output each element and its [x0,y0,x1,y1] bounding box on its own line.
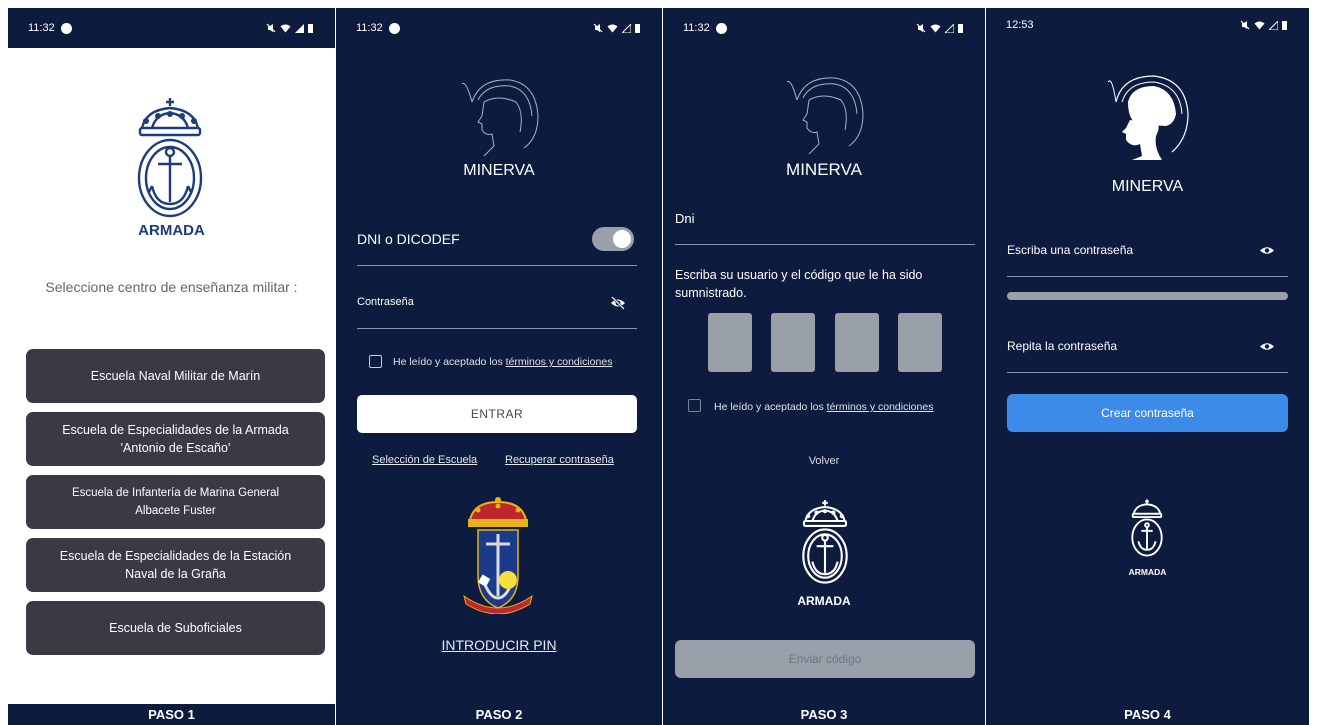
repeat-password-underline[interactable] [1007,372,1288,373]
mute-icon [266,23,276,33]
signal-icon [622,23,631,33]
mute-icon [593,23,603,33]
dni-label: Dni [675,211,695,226]
school-button-marin[interactable]: Escuela Naval Militar de Marín [26,349,325,403]
armada-emblem-icon [137,98,203,218]
status-icons [1240,20,1287,30]
screen-step-3: 11:32 MINERVA Dni Escriba su usuario y e… [663,8,985,704]
status-time: 11:32 [356,22,383,34]
code-digit-4[interactable] [898,313,942,372]
status-bar: 11:32 [8,8,335,48]
notification-dot-icon [715,22,727,34]
wifi-icon [930,24,941,32]
wifi-icon [607,24,618,32]
step-label-3: PASO 3 [663,704,985,725]
signal-icon [295,23,304,33]
repeat-password-label: Repita la contraseña [1007,339,1118,353]
status-icons [266,23,313,33]
terms-text: He leído y aceptado los términos y condi… [714,401,933,413]
code-digit-1[interactable] [708,313,752,372]
notification-dot-icon [60,22,72,34]
recover-password-link[interactable]: Recuperar contraseña [505,454,614,466]
eye-icon[interactable] [1259,245,1275,256]
password-label: Escriba una contraseña [1007,243,1134,257]
terms-link[interactable]: términos y condiciones [827,401,934,413]
battery-icon [635,24,640,33]
status-bar: 11:32 [336,8,662,48]
armada-coat-of-arms-icon [463,497,533,614]
code-instructions: Escriba su usuario y el código que le ha… [675,268,923,300]
screen-step-2: 11:32 MINERVA DNI o DICODEF Contraseña H… [336,8,662,704]
battery-icon [308,24,313,33]
password-field-underline[interactable] [1007,276,1288,277]
select-school-prompt: Seleccione centro de enseñanza militar : [45,279,298,295]
mute-icon [916,23,926,33]
app-name: MINERVA [786,160,862,179]
status-time: 11:32 [683,22,710,34]
armada-logo-text: ARMADA [1128,567,1167,577]
app-name: MINERVA [463,162,535,179]
status-bar: 12:53 [986,8,1309,42]
terms-prefix: He leído y aceptado los [714,401,827,413]
code-digit-2[interactable] [771,313,815,372]
school-button-grana[interactable]: Escuela de Especialidades de la Estación… [26,538,325,592]
battery-icon [1282,21,1287,30]
password-field-underline[interactable] [357,328,637,329]
terms-link[interactable]: términos y condiciones [506,356,613,368]
toggle-knob [613,230,631,248]
terms-text: He leído y aceptado los términos y condi… [393,356,612,368]
back-link[interactable]: Volver [663,455,985,467]
armada-logo-text: ARMADA [797,594,851,608]
send-code-button[interactable]: Enviar código [675,640,975,678]
enter-button[interactable]: ENTRAR [357,395,637,433]
armada-emblem-icon [1131,499,1163,557]
school-button-suboficiales[interactable]: Escuela de Suboficiales [26,601,325,655]
wifi-icon [1254,21,1265,29]
step-label-1: PASO 1 [8,704,335,725]
signal-icon [1269,20,1278,30]
dni-field-underline[interactable] [675,244,975,245]
screen-step-1: 11:32 ARMADA Seleccione centro de enseña… [8,8,335,704]
password-label: Contraseña [357,296,414,308]
terms-prefix: He leído y aceptado los [393,356,506,368]
dni-label: DNI o DICODEF [357,231,460,247]
app-name: MINERVA [1111,178,1184,195]
armada-emblem-icon [802,500,848,584]
screen-step-4: 12:53 MINERVA Escriba una contraseña Rep… [986,8,1309,704]
minerva-helmet-icon [786,77,864,155]
step-label-2: PASO 2 [336,704,662,725]
armada-logo-text: ARMADA [138,222,205,239]
eye-icon[interactable] [1259,341,1275,352]
enter-pin-link[interactable]: INTRODUCIR PIN [336,637,662,653]
minerva-helmet-icon [461,79,539,157]
eye-off-icon[interactable] [610,296,626,310]
step-label-4: PASO 4 [986,704,1309,725]
signal-icon [945,23,954,33]
dni-toggle[interactable] [592,227,634,251]
status-bar: 11:32 [663,8,985,48]
school-button-escano[interactable]: Escuela de Especialidades de la Armada '… [26,412,325,466]
terms-checkbox[interactable] [688,399,701,412]
code-digit-3[interactable] [835,313,879,372]
password-strength-bar [1007,292,1288,300]
status-icons [593,23,640,33]
status-icons [916,23,963,33]
school-button-infanteria[interactable]: Escuela de Infantería de Marina General … [26,475,325,529]
minerva-helmet-icon [1107,75,1189,160]
create-password-button[interactable]: Crear contraseña [1007,394,1288,432]
school-selection-link[interactable]: Selección de Escuela [372,454,477,466]
status-time: 12:53 [1006,19,1034,31]
terms-checkbox[interactable] [369,355,382,368]
battery-icon [958,24,963,33]
wifi-icon [280,24,291,32]
notification-dot-icon [388,22,400,34]
mute-icon [1240,20,1250,30]
dni-field-underline[interactable] [357,265,637,266]
status-time: 11:32 [28,22,55,34]
